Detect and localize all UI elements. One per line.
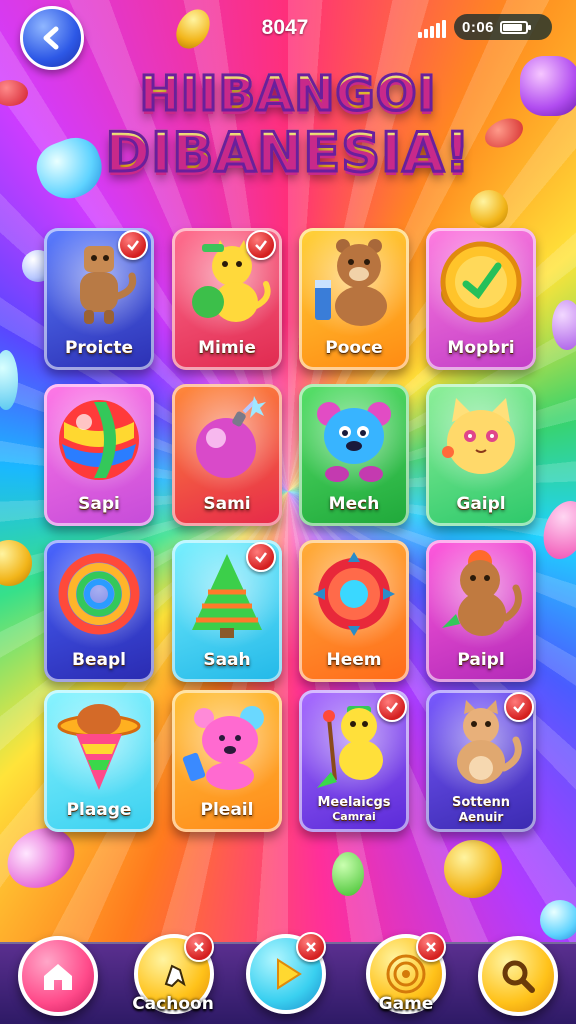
back-arrow-icon	[43, 26, 59, 50]
card-label: Gaipl	[456, 494, 506, 514]
card-label: Sapi	[78, 494, 120, 514]
card-label-line-2: Aenuir	[458, 810, 504, 824]
level-card[interactable]: Proicte	[44, 228, 154, 370]
card-label: Paipl	[457, 650, 505, 670]
red-target-icon	[313, 552, 395, 636]
pink-bear-icon	[182, 706, 264, 790]
level-card[interactable]: Heem	[299, 540, 409, 682]
level-card[interactable]: Mimie	[172, 228, 282, 370]
card-label-line-2: Camrai	[332, 810, 376, 823]
level-card[interactable]: Pleail	[172, 690, 282, 832]
battery-icon	[500, 20, 532, 34]
card-label: Mopbri	[447, 338, 515, 358]
card-label: Sami	[203, 494, 251, 514]
card-label-line-1: Meelaicgs	[317, 795, 391, 810]
level-card[interactable]: Mech	[299, 384, 409, 526]
home-icon	[44, 964, 72, 990]
card-label: Saah	[203, 650, 251, 670]
level-card[interactable]: Sami	[172, 384, 282, 526]
card-label: Meelaicgs Camrai	[299, 796, 409, 824]
close-badge-icon	[184, 932, 214, 962]
check-badge-icon	[377, 692, 407, 722]
card-label: Plaage	[66, 800, 132, 820]
check-badge-icon	[246, 230, 276, 260]
card-label: Mech	[328, 494, 380, 514]
gem-icon	[552, 300, 576, 350]
gem-icon	[540, 900, 576, 940]
level-card[interactable]: Pooce	[299, 228, 409, 370]
clock-time: 0:06	[462, 18, 495, 36]
title-line-2: DIBANESIA!	[0, 124, 576, 181]
level-card[interactable]: Gaipl	[426, 384, 536, 526]
card-label: Heem	[326, 650, 382, 670]
nav-play-button[interactable]	[246, 932, 326, 1014]
level-card[interactable]: Paipl	[426, 540, 536, 682]
level-card[interactable]: Plaage	[44, 690, 154, 832]
level-card[interactable]: Beapl	[44, 540, 154, 682]
level-card[interactable]: Sapi	[44, 384, 154, 526]
close-badge-icon	[416, 932, 446, 962]
check-badge-icon	[118, 230, 148, 260]
card-label: Mimie	[198, 338, 256, 358]
striped-ball-icon	[59, 400, 139, 480]
card-label: Pleail	[200, 800, 254, 820]
check-badge-icon	[246, 542, 276, 572]
check-badge-icon	[504, 692, 534, 722]
gold-coin-check-icon	[440, 241, 522, 323]
signal-icon	[418, 20, 448, 38]
yellow-cat-icon	[442, 398, 515, 474]
gem-icon	[332, 852, 364, 896]
coin-icon	[444, 840, 502, 898]
card-label: Proicte	[64, 338, 134, 358]
back-button[interactable]	[20, 6, 84, 70]
card-label: Beapl	[72, 650, 126, 670]
character-icon	[164, 964, 186, 988]
level-card[interactable]: Meelaicgs Camrai	[299, 690, 409, 832]
card-label-line-1: Sottenn	[451, 795, 511, 810]
status-pill: 0:06	[454, 14, 552, 40]
nav-game-label: Game	[378, 994, 434, 1014]
close-badge-icon	[296, 932, 326, 962]
card-label: Pooce	[325, 338, 383, 358]
nav-search-button[interactable]	[478, 936, 558, 1016]
nav-cachoon-label: Cachoon	[132, 994, 214, 1014]
rainbow-ring-icon	[58, 553, 140, 635]
game-title: HIIBANGOI DIBANESIA!	[0, 69, 576, 182]
bomb-icon	[196, 396, 266, 478]
bear-with-cup-icon	[315, 239, 387, 326]
ice-cream-cone-icon	[57, 704, 141, 790]
brown-cat-icon	[442, 550, 522, 636]
nav-home-button[interactable]	[18, 936, 98, 1016]
title-line-1: HIIBANGOI	[0, 69, 576, 120]
level-card[interactable]: Sottenn Aenuir	[426, 690, 536, 832]
blue-bear-icon	[317, 402, 391, 482]
level-card[interactable]: Mopbri	[426, 228, 536, 370]
play-icon	[277, 958, 302, 990]
score-counter: 8047	[261, 16, 309, 39]
coin-icon	[470, 190, 508, 228]
search-icon	[502, 960, 535, 993]
card-label: Sottenn Aenuir	[426, 795, 536, 825]
level-card[interactable]: Saah	[172, 540, 282, 682]
